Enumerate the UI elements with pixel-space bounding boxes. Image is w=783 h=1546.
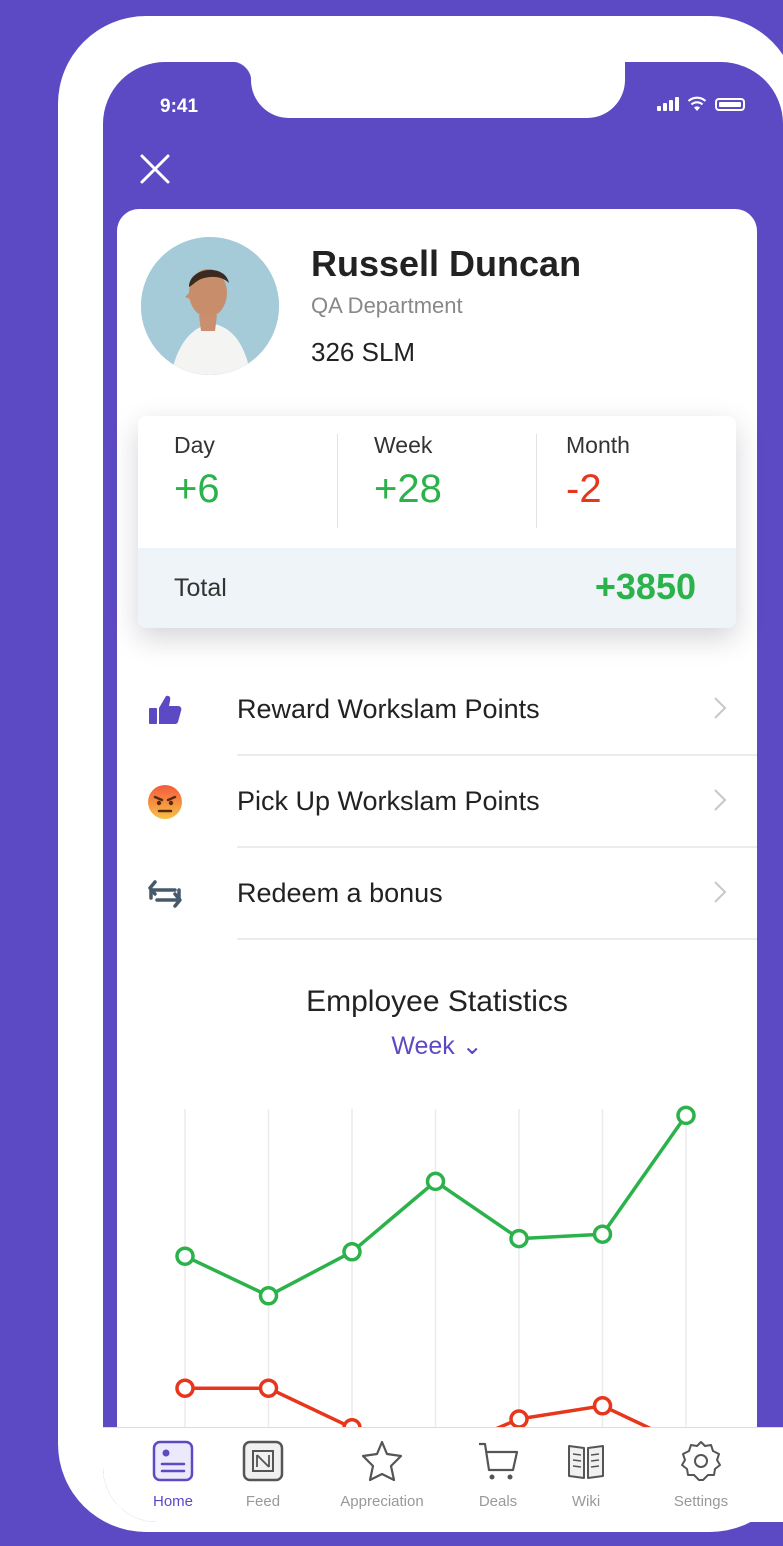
- battery-icon: [715, 97, 745, 111]
- stat-week-label: Week: [374, 432, 433, 458]
- repeat-icon: [148, 880, 182, 908]
- stat-divider: [536, 434, 537, 528]
- home-icon: [152, 1440, 194, 1482]
- star-icon: [361, 1440, 403, 1482]
- statistics-title: Employee Statistics: [306, 985, 568, 1018]
- total-row: Total +3850: [138, 548, 736, 628]
- angry-face-icon: [148, 785, 182, 819]
- chart-point: [509, 1409, 529, 1429]
- thumbs-up-icon: [149, 695, 182, 724]
- cart-icon: [479, 1442, 519, 1480]
- tab-feed[interactable]: Feed: [213, 1438, 313, 1510]
- chart-point: [509, 1228, 529, 1249]
- close-icon[interactable]: [138, 152, 172, 186]
- notch: [231, 62, 625, 118]
- tab-wiki[interactable]: Wiki: [536, 1438, 636, 1510]
- menu-reward-points[interactable]: Reward Workslam Points: [117, 664, 757, 756]
- chart-point: [425, 1171, 446, 1192]
- wifi-icon: [687, 96, 707, 111]
- stat-week-value: +28: [374, 467, 442, 511]
- tab-label: Home: [152, 1493, 193, 1510]
- tab-home[interactable]: Home: [123, 1438, 223, 1510]
- menu-divider: [237, 938, 757, 940]
- signal-icon: [657, 97, 679, 111]
- book-icon: [568, 1445, 604, 1479]
- tab-appreciation[interactable]: Appreciation: [332, 1438, 432, 1510]
- chevron-right-icon: [714, 881, 727, 903]
- stat-week: Week +28: [374, 432, 442, 512]
- chart-point: [258, 1378, 279, 1398]
- chart-point: [175, 1246, 195, 1266]
- avatar: [141, 237, 279, 375]
- gear-icon: [681, 1441, 721, 1481]
- menu-pickup-points[interactable]: Pick Up Workslam Points: [117, 756, 757, 848]
- menu-redeem-bonus[interactable]: Redeem a bonus: [117, 848, 757, 940]
- profile-sheet: Russell Duncan QA Department 326 SLM Day…: [117, 209, 757, 1522]
- feed-icon: [242, 1440, 284, 1482]
- stat-month: Month -2: [566, 432, 630, 512]
- tab-label: Feed: [245, 1493, 281, 1510]
- chart-point: [592, 1396, 613, 1416]
- profile-name: Russell Duncan: [311, 243, 582, 284]
- stat-day-value: +6: [174, 467, 220, 511]
- stat-month-label: Month: [566, 432, 630, 458]
- menu-label: Redeem a bonus: [237, 878, 443, 908]
- chart-point: [175, 1378, 195, 1398]
- chart-point: [676, 1105, 696, 1126]
- tab-settings[interactable]: Settings: [651, 1438, 751, 1510]
- tab-label: Appreciation: [340, 1493, 424, 1510]
- menu-label: Reward Workslam Points: [237, 694, 540, 724]
- stat-day: Day +6: [174, 432, 220, 512]
- total-label: Total: [174, 574, 227, 602]
- menu-label: Pick Up Workslam Points: [237, 786, 540, 816]
- tab-label: Settings: [673, 1493, 729, 1510]
- chart-point: [258, 1286, 279, 1306]
- tab-label: Deals: [478, 1493, 518, 1510]
- points-stats-card: Day +6 Week +28 Month -2 Total +3850: [138, 416, 736, 628]
- status-time: 9:41: [160, 96, 199, 117]
- profile-department: QA Department: [311, 293, 463, 318]
- chart-point: [342, 1242, 362, 1262]
- chevron-right-icon: [714, 697, 727, 719]
- stat-divider: [337, 434, 338, 528]
- status-icons: [657, 96, 745, 112]
- tab-label: Wiki: [571, 1493, 601, 1510]
- chart-point: [592, 1224, 613, 1244]
- chevron-right-icon: [714, 789, 727, 811]
- phone-screen: 9:41 Russell Duncan QA Department 326 SL…: [103, 62, 783, 1522]
- statistics-period-select[interactable]: Week ⌄: [117, 1031, 757, 1061]
- tab-deals[interactable]: Deals: [448, 1438, 548, 1510]
- profile-points: 326 SLM: [311, 337, 416, 367]
- stat-day-label: Day: [174, 432, 215, 458]
- tab-bar: Home Feed Appreciation Deals Wiki Settin…: [103, 1427, 783, 1522]
- total-value: +3850: [594, 566, 696, 607]
- stat-month-value: -2: [566, 467, 602, 511]
